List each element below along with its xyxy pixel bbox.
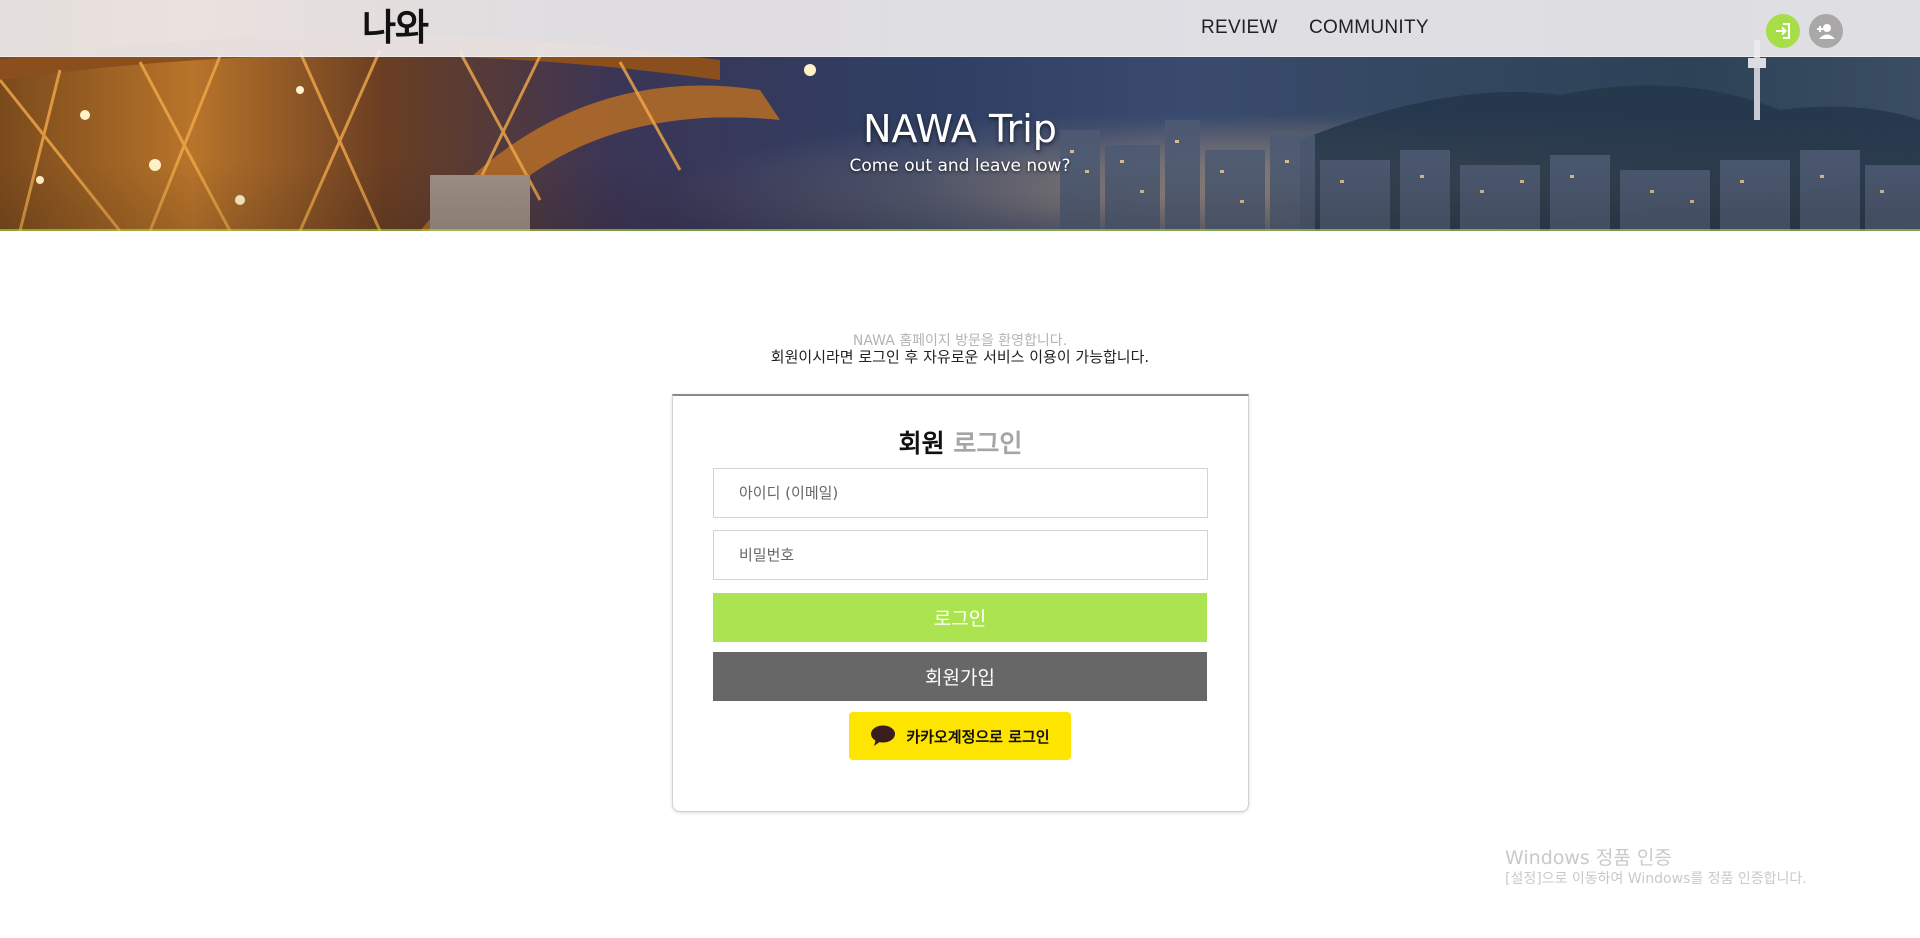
user-plus-icon[interactable] [1809,14,1843,48]
windows-activation-text: [설정]으로 이동하여 Windows를 정품 인증합니다. [1505,871,1807,887]
email-field[interactable] [713,468,1208,518]
login-icon-glyph [1776,23,1790,39]
site-logo[interactable]: 나와 [362,6,429,50]
login-title: 회원 로그인 [673,424,1248,460]
kakao-login-button[interactable]: 카카오계정으로 로그인 [849,712,1071,760]
login-card: 회원 로그인 로그인 회원가입 카카오계정으로 로그인 [672,394,1249,812]
login-title-member: 회원 [898,429,945,458]
nav-community-link[interactable]: COMMUNITY [1309,14,1429,42]
hero-title: NAWA Trip [863,107,1057,151]
nav-review-link[interactable]: REVIEW [1201,14,1278,42]
user-plus-icon-glyph [1817,24,1835,39]
login-title-login: 로그인 [953,429,1023,458]
password-field[interactable] [713,530,1208,580]
login-button[interactable]: 로그인 [713,593,1207,642]
speech-bubble-icon [871,725,896,746]
top-navigation-bar: 나와 REVIEW COMMUNITY [0,0,1920,57]
hero-subtitle: Come out and leave now? [849,156,1071,176]
kakao-login-label: 카카오계정으로 로그인 [906,727,1050,746]
welcome-description: 회원이시라면 로그인 후 자유로운 서비스 이용이 가능합니다. [770,348,1150,366]
hero-divider [0,229,1920,231]
windows-activation-title: Windows 정품 인증 [1505,847,1672,869]
login-icon[interactable] [1766,14,1800,48]
signup-button[interactable]: 회원가입 [713,652,1207,701]
